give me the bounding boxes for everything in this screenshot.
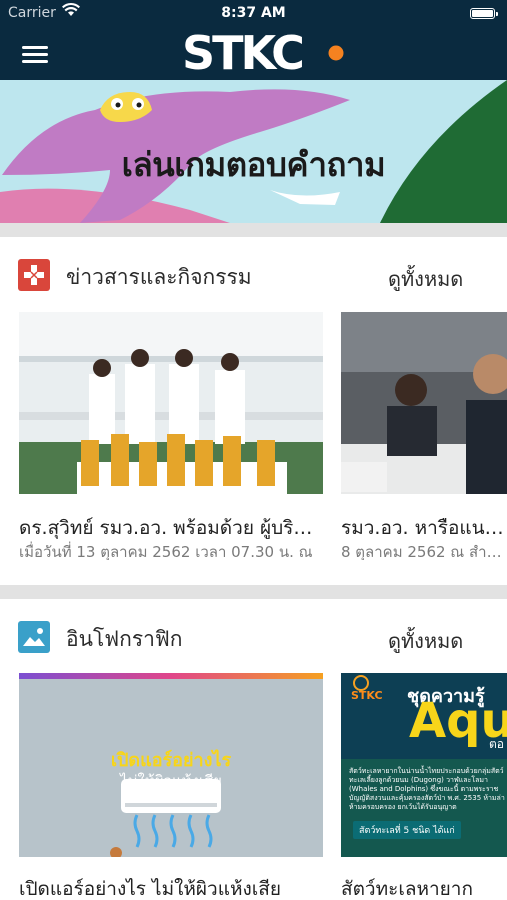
image-icon xyxy=(18,621,50,653)
news-section-title: ข่าวสารและกิจกรรม xyxy=(66,265,252,289)
news-card-image xyxy=(341,312,507,494)
news-card[interactable]: รมว.อว. หารือแนวทาง 8 ตุลาคม 2562 ณ สำนั… xyxy=(341,312,507,560)
news-section-header: ข่าวสารและกิจกรรม ดูทั้งหมด xyxy=(0,245,507,301)
top-navbar: STKC xyxy=(0,28,507,80)
infographic-image-small-text: ตอ xyxy=(489,737,504,751)
clock: 8:37 AM xyxy=(221,5,286,21)
infographic-section-header: อินโฟกราฟิก ดูทั้งหมด xyxy=(0,607,507,663)
hamburger-menu-button[interactable] xyxy=(14,40,50,68)
stkc-logo[interactable]: STKC xyxy=(182,31,352,75)
battery-icon xyxy=(470,8,498,19)
infographic-card[interactable]: STKC ชุดความรู้ Aqua ตอ สัตว์ทะเลหายากใน… xyxy=(341,673,507,900)
status-bar: Carrier 8:37 AM xyxy=(0,0,507,28)
quiz-game-banner[interactable]: เล่นเกมตอบคำถาม xyxy=(0,80,507,223)
news-card-title: รมว.อว. หารือแนวทาง xyxy=(341,517,507,539)
infographic-see-all-link[interactable]: ดูทั้งหมด xyxy=(388,625,463,657)
news-card-date: เมื่อวันที่ 13 ตุลาคม 2562 เวลา 07.30 น.… xyxy=(19,543,313,560)
news-card-title: ดร.สุวิทย์ รมว.อว. พร้อมด้วย ผู้บริหาร xyxy=(19,517,323,539)
infographic-image-chip: สัตว์ทะเลที่ 5 ชนิด ได้แก่ xyxy=(353,821,461,839)
infographic-image-subheading: ไม่ให้ผิวแห้งเสีย xyxy=(120,772,222,790)
infographic-card[interactable]: เปิดแอร์อย่างไร ไม่ให้ผิวแห้งเสีย เปิดแอ… xyxy=(19,673,323,900)
news-see-all-link[interactable]: ดูทั้งหมด xyxy=(388,263,463,295)
banner-title: เล่นเกมตอบคำถาม xyxy=(121,145,386,184)
svg-text:STKC: STKC xyxy=(182,31,302,75)
news-card[interactable]: ดร.สุวิทย์ รมว.อว. พร้อมด้วย ผู้บริหาร เ… xyxy=(19,312,323,560)
infographic-section-title: อินโฟกราฟิก xyxy=(66,627,183,651)
infographic-card-title: สัตว์ทะเลหายาก xyxy=(341,878,473,900)
infographic-image-brand: STKC xyxy=(351,689,383,702)
section-divider xyxy=(0,585,507,599)
news-card-date: 8 ตุลาคม 2562 ณ สำนักงาน xyxy=(341,543,507,560)
infographic-image-body: สัตว์ทะเลหายากในน่านน้ำไทยประกอบด้วยกลุ่… xyxy=(349,767,505,811)
section-divider xyxy=(0,223,507,237)
infographic-card-title: เปิดแอร์อย่างไร ไม่ให้ผิวแห้งเสีย xyxy=(19,878,282,900)
news-icon xyxy=(18,259,50,291)
news-card-image xyxy=(19,312,323,494)
